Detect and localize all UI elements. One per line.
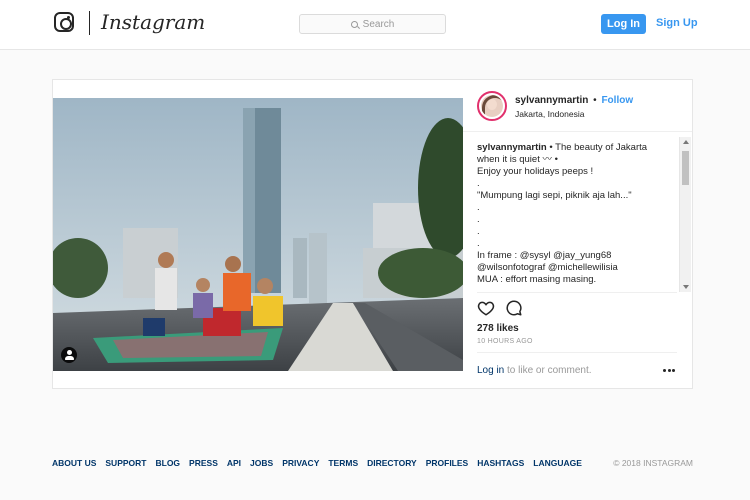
footer-link-profiles[interactable]: PROFILES (426, 458, 469, 468)
caption-username-link[interactable]: sylvannymartin (477, 142, 547, 153)
caption-line: Enjoy your holidays peeps ! (477, 166, 594, 177)
user-tag-icon[interactable] (61, 347, 77, 363)
search-input[interactable]: Search (299, 14, 446, 34)
caption-text: sylvannymartin • The beauty of Jakarta w… (477, 142, 677, 290)
post-author-row: sylvannymartin • Follow (515, 95, 633, 106)
copyright-notice: © 2018 INSTAGRAM (613, 458, 693, 468)
author-username-link[interactable]: sylvannymartin (515, 95, 588, 106)
divider (477, 292, 677, 293)
caption-line: MUA : effort masing masing. (477, 274, 597, 285)
post-sidebar: sylvannymartin • Follow Jakarta, Indones… (463, 80, 692, 388)
caption-line: . (477, 214, 480, 225)
like-count[interactable]: 278 likes (477, 323, 519, 334)
footer: ABOUT US SUPPORT BLOG PRESS API JOBS PRI… (52, 458, 693, 472)
post-card: sylvannymartin • Follow Jakarta, Indones… (52, 79, 693, 389)
separator-dot: • (593, 95, 597, 106)
comment-login-link[interactable]: Log in (477, 365, 504, 376)
footer-link-about-us[interactable]: ABOUT US (52, 458, 96, 468)
footer-link-directory[interactable]: DIRECTORY (367, 458, 417, 468)
caption-line: sylvannymartin • The beauty of Jakarta (477, 142, 677, 154)
footer-link-language[interactable]: LANGUAGE (533, 458, 582, 468)
more-options-icon[interactable] (663, 369, 675, 373)
footer-link-jobs[interactable]: JOBS (250, 458, 273, 468)
scroll-thumb[interactable] (682, 151, 689, 185)
logo-divider (89, 11, 90, 35)
footer-links: ABOUT US SUPPORT BLOG PRESS API JOBS PRI… (52, 458, 582, 468)
divider (477, 352, 677, 353)
footer-link-privacy[interactable]: PRIVACY (282, 458, 319, 468)
footer-link-api[interactable]: API (227, 458, 241, 468)
caption-line: . (477, 238, 480, 249)
scroll-up-arrow-icon[interactable] (683, 140, 689, 144)
login-button[interactable]: Log In (601, 14, 646, 34)
caption-line: . (477, 178, 480, 189)
avatar[interactable] (477, 91, 507, 121)
caption-line: when it is quiet 〰 • (477, 154, 558, 165)
location-link[interactable]: Jakarta, Indonesia (515, 109, 584, 119)
footer-link-support[interactable]: SUPPORT (105, 458, 146, 468)
signup-link[interactable]: Sign Up (656, 17, 698, 29)
instagram-camera-icon[interactable] (54, 12, 74, 32)
post-header: sylvannymartin • Follow Jakarta, Indones… (463, 80, 692, 132)
comment-icon[interactable] (505, 299, 523, 317)
footer-link-blog[interactable]: BLOG (155, 458, 180, 468)
caption-line-text: • The beauty of Jakarta (549, 142, 648, 153)
caption-line: @wilsonfotograf @michellewilisia (477, 262, 618, 273)
caption-line: . (477, 202, 480, 213)
caption-line: In frame : @sysyl @jay_yung68 (477, 250, 612, 261)
footer-link-hashtags[interactable]: HASHTAGS (477, 458, 524, 468)
caption-line: "Mumpung lagi sepi, piknik aja lah..." (477, 190, 632, 201)
footer-link-press[interactable]: PRESS (189, 458, 218, 468)
caption-scrollbar[interactable] (679, 137, 691, 292)
follow-button[interactable]: Follow (601, 95, 633, 106)
post-photo-image (53, 98, 463, 371)
comment-prompt: Log in to like or comment. (477, 365, 592, 376)
comment-prompt-text: to like or comment. (504, 365, 592, 376)
heart-icon[interactable] (477, 299, 495, 317)
top-navigation-bar: Instagram Search Log In Sign Up (0, 0, 750, 50)
post-photo[interactable] (53, 98, 463, 371)
post-timestamp[interactable]: 10 HOURS AGO (477, 338, 533, 345)
search-placeholder: Search (362, 18, 395, 30)
instagram-wordmark-logo[interactable]: Instagram (101, 10, 205, 34)
caption-line: . (477, 226, 480, 237)
footer-link-terms[interactable]: TERMS (328, 458, 358, 468)
search-icon (350, 20, 358, 28)
avatar-image (481, 95, 503, 117)
scroll-down-arrow-icon[interactable] (683, 285, 689, 289)
